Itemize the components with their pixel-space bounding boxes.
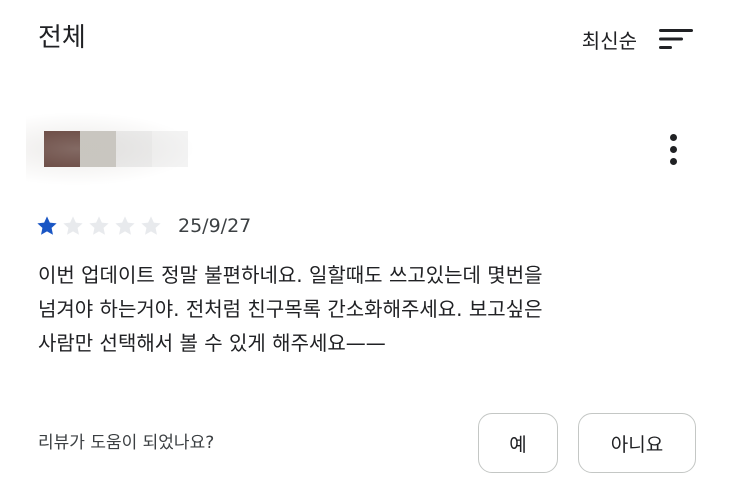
helpful-yes-button[interactable]: 예 bbox=[478, 413, 558, 473]
helpful-question: 리뷰가 도움이 되었나요? bbox=[38, 433, 215, 453]
star-empty-icon bbox=[89, 216, 109, 235]
review-text: 이번 업데이트 정말 불편하네요. 일할때도 쓰고있는데 몇번을 넘겨야 하는거… bbox=[38, 258, 658, 360]
sort-label: 최신순 bbox=[581, 28, 637, 53]
review-text-line: 넘겨야 하는거야. 전처럼 친구목록 간소화해주세요. 보고싶은 bbox=[38, 297, 543, 321]
sort-lines-icon bbox=[659, 29, 693, 49]
rating-row: 25/9/27 bbox=[36, 212, 251, 240]
review-text-line: 사람만 선택해서 볼 수 있게 해주세요—— bbox=[38, 331, 386, 355]
star-rating bbox=[36, 215, 166, 237]
review-date: 25/9/27 bbox=[178, 215, 252, 237]
helpful-no-button[interactable]: 아니요 bbox=[578, 413, 696, 473]
review-page: 전체 최신순 25/9/27 이번 업데이트 정말 불편하네요. 일할때도 쓰고… bbox=[0, 0, 735, 493]
review-text-line: 이번 업데이트 정말 불편하네요. 일할때도 쓰고있는데 몇번을 bbox=[38, 263, 543, 287]
star-empty-icon bbox=[141, 216, 161, 235]
star-empty-icon bbox=[63, 216, 83, 235]
sort-button[interactable]: 최신순 bbox=[582, 22, 693, 56]
star-filled-icon bbox=[37, 216, 57, 235]
avatar-blurred bbox=[26, 112, 196, 186]
star-empty-icon bbox=[115, 216, 135, 235]
filter-title: 전체 bbox=[38, 23, 86, 53]
more-vert-icon[interactable] bbox=[660, 130, 688, 170]
